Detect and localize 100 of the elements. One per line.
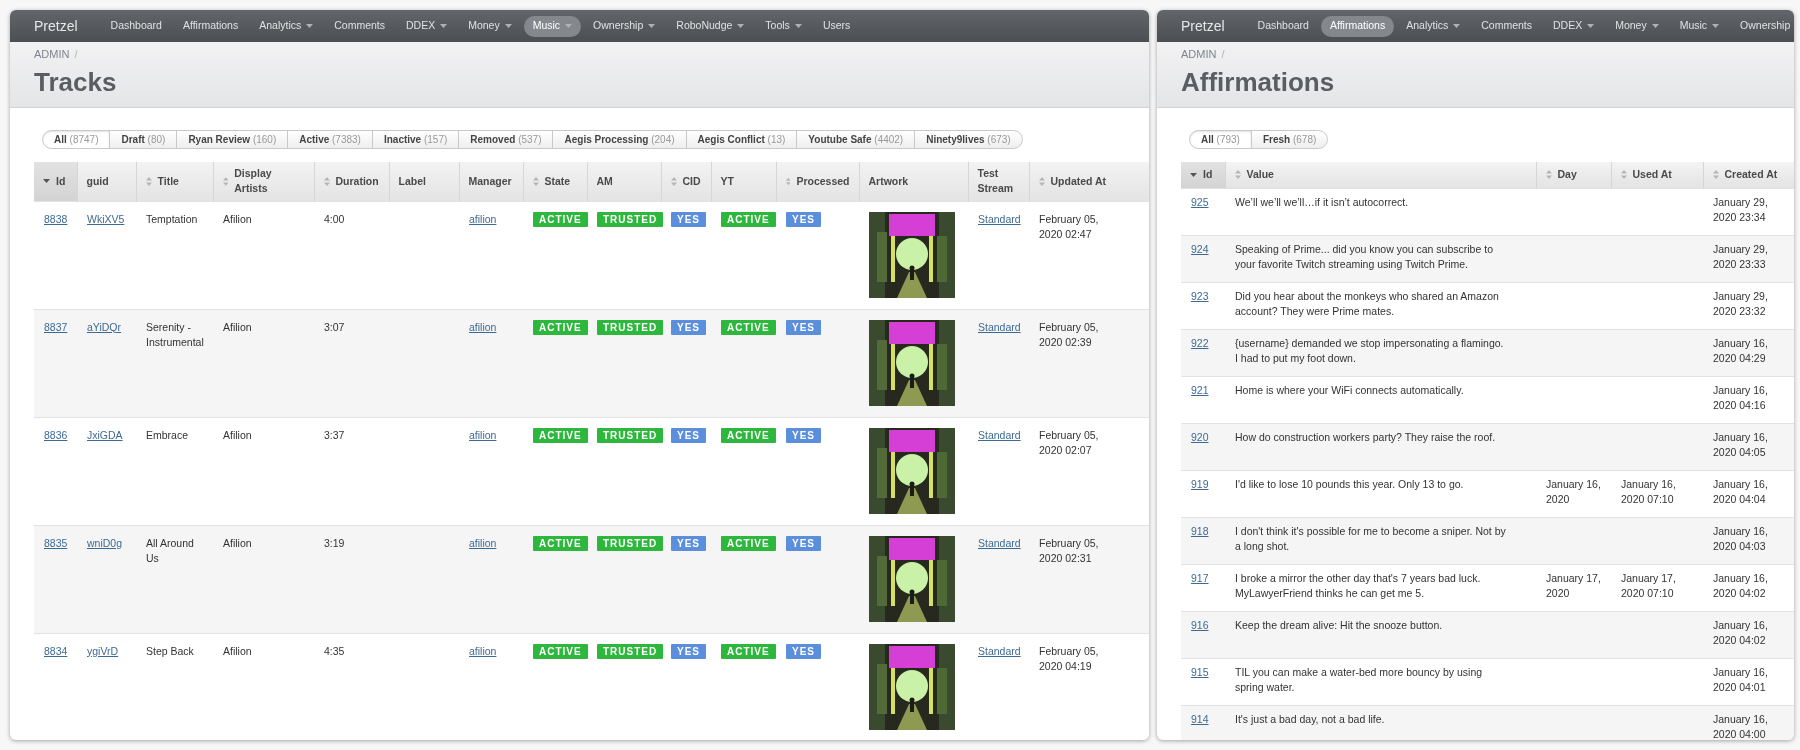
column-header[interactable]: CID bbox=[661, 162, 711, 201]
id-link[interactable]: 914 bbox=[1191, 712, 1209, 725]
column-header[interactable]: Day bbox=[1536, 162, 1611, 188]
filter-tab[interactable]: Removed (537) bbox=[458, 130, 554, 149]
filter-tab[interactable]: Aegis Processing (204) bbox=[552, 130, 687, 149]
nav-item[interactable]: Ownership bbox=[1731, 15, 1794, 37]
nav-item[interactable]: RoboNudge bbox=[667, 15, 754, 37]
column-header[interactable]: Display Artists bbox=[213, 162, 314, 201]
filter-tab[interactable]: Draft (80) bbox=[109, 130, 178, 149]
table-cell-text: Keep the dream alive: Hit the snooze button. bbox=[1235, 617, 1444, 633]
column-header[interactable]: Value bbox=[1225, 162, 1536, 188]
status-badge: TRUSTED bbox=[597, 643, 664, 659]
id-link[interactable]: 8834 bbox=[44, 644, 68, 657]
nav-item[interactable]: Dashboard bbox=[1248, 15, 1318, 37]
caret-icon bbox=[504, 24, 512, 28]
id-link[interactable]: 8838 bbox=[44, 212, 68, 225]
guid-link[interactable]: wniD0g bbox=[87, 536, 123, 549]
nav-item[interactable]: Tools bbox=[756, 15, 811, 37]
nav-item[interactable]: Affirmations bbox=[173, 15, 248, 37]
brand-name[interactable]: Pretzel bbox=[1181, 15, 1225, 37]
id-link[interactable]: 918 bbox=[1191, 524, 1209, 537]
breadcrumb-link[interactable]: ADMIN bbox=[1181, 46, 1217, 63]
column-header: AM bbox=[587, 162, 661, 201]
sort-icon bbox=[785, 176, 791, 186]
test-stream-link[interactable]: Standard bbox=[978, 320, 1021, 333]
column-header[interactable]: Created At bbox=[1703, 162, 1794, 188]
id-link[interactable]: 8837 bbox=[44, 320, 68, 333]
test-stream-link[interactable]: Standard bbox=[978, 536, 1021, 549]
id-link[interactable]: 923 bbox=[1191, 289, 1209, 302]
table-cell-text: January 29, 2020 23:33 bbox=[1713, 241, 1769, 272]
id-link[interactable]: 920 bbox=[1191, 430, 1209, 443]
filter-tab[interactable]: Inactive (157) bbox=[371, 130, 460, 149]
id-link[interactable]: 915 bbox=[1191, 665, 1209, 678]
id-link[interactable]: 922 bbox=[1191, 336, 1209, 349]
table-cell: 3:37 bbox=[324, 428, 345, 441]
sort-icon bbox=[222, 176, 229, 186]
table-cell: Afilion bbox=[223, 320, 252, 333]
guid-link[interactable]: aYiDQr bbox=[87, 320, 122, 333]
column-header[interactable]: Used At bbox=[1611, 162, 1703, 188]
filter-tab[interactable]: Ninety9lives (673) bbox=[914, 130, 1023, 149]
sort-icon bbox=[1038, 176, 1045, 186]
table-cell-text: Speaking of Prime... did you know you can subscribe to your favorite Twitch streaming using Twitch Prime. bbox=[1235, 241, 1494, 272]
nav-item[interactable]: Users bbox=[813, 15, 860, 37]
guid-link[interactable]: JxiGDA bbox=[87, 428, 123, 441]
id-link[interactable]: 924 bbox=[1191, 242, 1209, 255]
id-link[interactable]: 916 bbox=[1191, 618, 1209, 631]
guid-link[interactable]: WkiXV5 bbox=[87, 212, 125, 225]
column-header[interactable]: State bbox=[523, 162, 587, 201]
nav-item[interactable]: Dashboard bbox=[101, 15, 171, 37]
test-stream-link[interactable]: Standard bbox=[978, 644, 1021, 657]
column-header[interactable]: Title bbox=[136, 162, 213, 201]
manager-link[interactable]: afilion bbox=[469, 212, 497, 225]
status-badge: ACTIVE bbox=[721, 427, 776, 443]
nav-item[interactable]: Comments bbox=[1472, 15, 1541, 37]
caret-icon bbox=[440, 24, 448, 28]
caret-icon bbox=[306, 24, 314, 28]
column-header[interactable]: Duration bbox=[314, 162, 389, 201]
sort-icon bbox=[145, 176, 152, 186]
column-header: YT bbox=[711, 162, 776, 201]
id-link[interactable]: 8835 bbox=[44, 536, 68, 549]
filter-tab[interactable]: Aegis Conflict (13) bbox=[685, 130, 798, 149]
filter-tab[interactable]: Ryan Review (160) bbox=[176, 130, 289, 149]
filter-tab[interactable]: Youtube Safe (4402) bbox=[796, 130, 916, 149]
nav-item[interactable]: Comments bbox=[325, 15, 394, 37]
column-header[interactable]: Id bbox=[34, 162, 77, 201]
nav-item[interactable]: Analytics bbox=[250, 15, 323, 37]
table-cell-text: February 05, 2020 02:07 bbox=[1039, 427, 1100, 458]
nav-item[interactable]: Money bbox=[1606, 15, 1668, 37]
nav-item[interactable]: Affirmations bbox=[1320, 15, 1395, 37]
nav-item[interactable]: DDEX bbox=[1544, 15, 1604, 37]
manager-link[interactable]: afilion bbox=[469, 536, 497, 549]
manager-link[interactable]: afilion bbox=[469, 644, 497, 657]
status-badge: ACTIVE bbox=[533, 427, 588, 443]
nav-item[interactable]: Money bbox=[459, 15, 521, 37]
nav-item[interactable]: DDEX bbox=[397, 15, 457, 37]
guid-link[interactable]: ygiVrD bbox=[87, 644, 119, 657]
column-header[interactable]: Updated At bbox=[1029, 162, 1149, 201]
nav-item[interactable]: Ownership bbox=[584, 15, 665, 37]
filter-tab[interactable]: Active (7383) bbox=[287, 130, 373, 149]
table-cell: Temptation bbox=[146, 212, 198, 225]
nav-item[interactable]: Music bbox=[1670, 15, 1729, 37]
table-cell: Afilion bbox=[223, 536, 252, 549]
manager-link[interactable]: afilion bbox=[469, 428, 497, 441]
filter-tab[interactable]: All (793) bbox=[1189, 130, 1252, 149]
test-stream-link[interactable]: Standard bbox=[978, 428, 1021, 441]
manager-link[interactable]: afilion bbox=[469, 320, 497, 333]
column-header[interactable]: Id bbox=[1181, 162, 1225, 188]
nav-item[interactable]: Analytics bbox=[1397, 15, 1470, 37]
id-link[interactable]: 919 bbox=[1191, 477, 1209, 490]
id-link[interactable]: 917 bbox=[1191, 571, 1209, 584]
filter-tab[interactable]: Fresh (678) bbox=[1250, 130, 1329, 149]
brand-name[interactable]: Pretzel bbox=[34, 15, 78, 37]
column-header[interactable]: Processed bbox=[776, 162, 859, 201]
id-link[interactable]: 925 bbox=[1191, 195, 1209, 208]
filter-tab[interactable]: All (8747) bbox=[42, 130, 111, 149]
id-link[interactable]: 8836 bbox=[44, 428, 68, 441]
id-link[interactable]: 921 bbox=[1191, 383, 1209, 396]
breadcrumb-link[interactable]: ADMIN bbox=[34, 46, 70, 63]
nav-item[interactable]: Music bbox=[523, 15, 582, 37]
test-stream-link[interactable]: Standard bbox=[978, 212, 1021, 225]
